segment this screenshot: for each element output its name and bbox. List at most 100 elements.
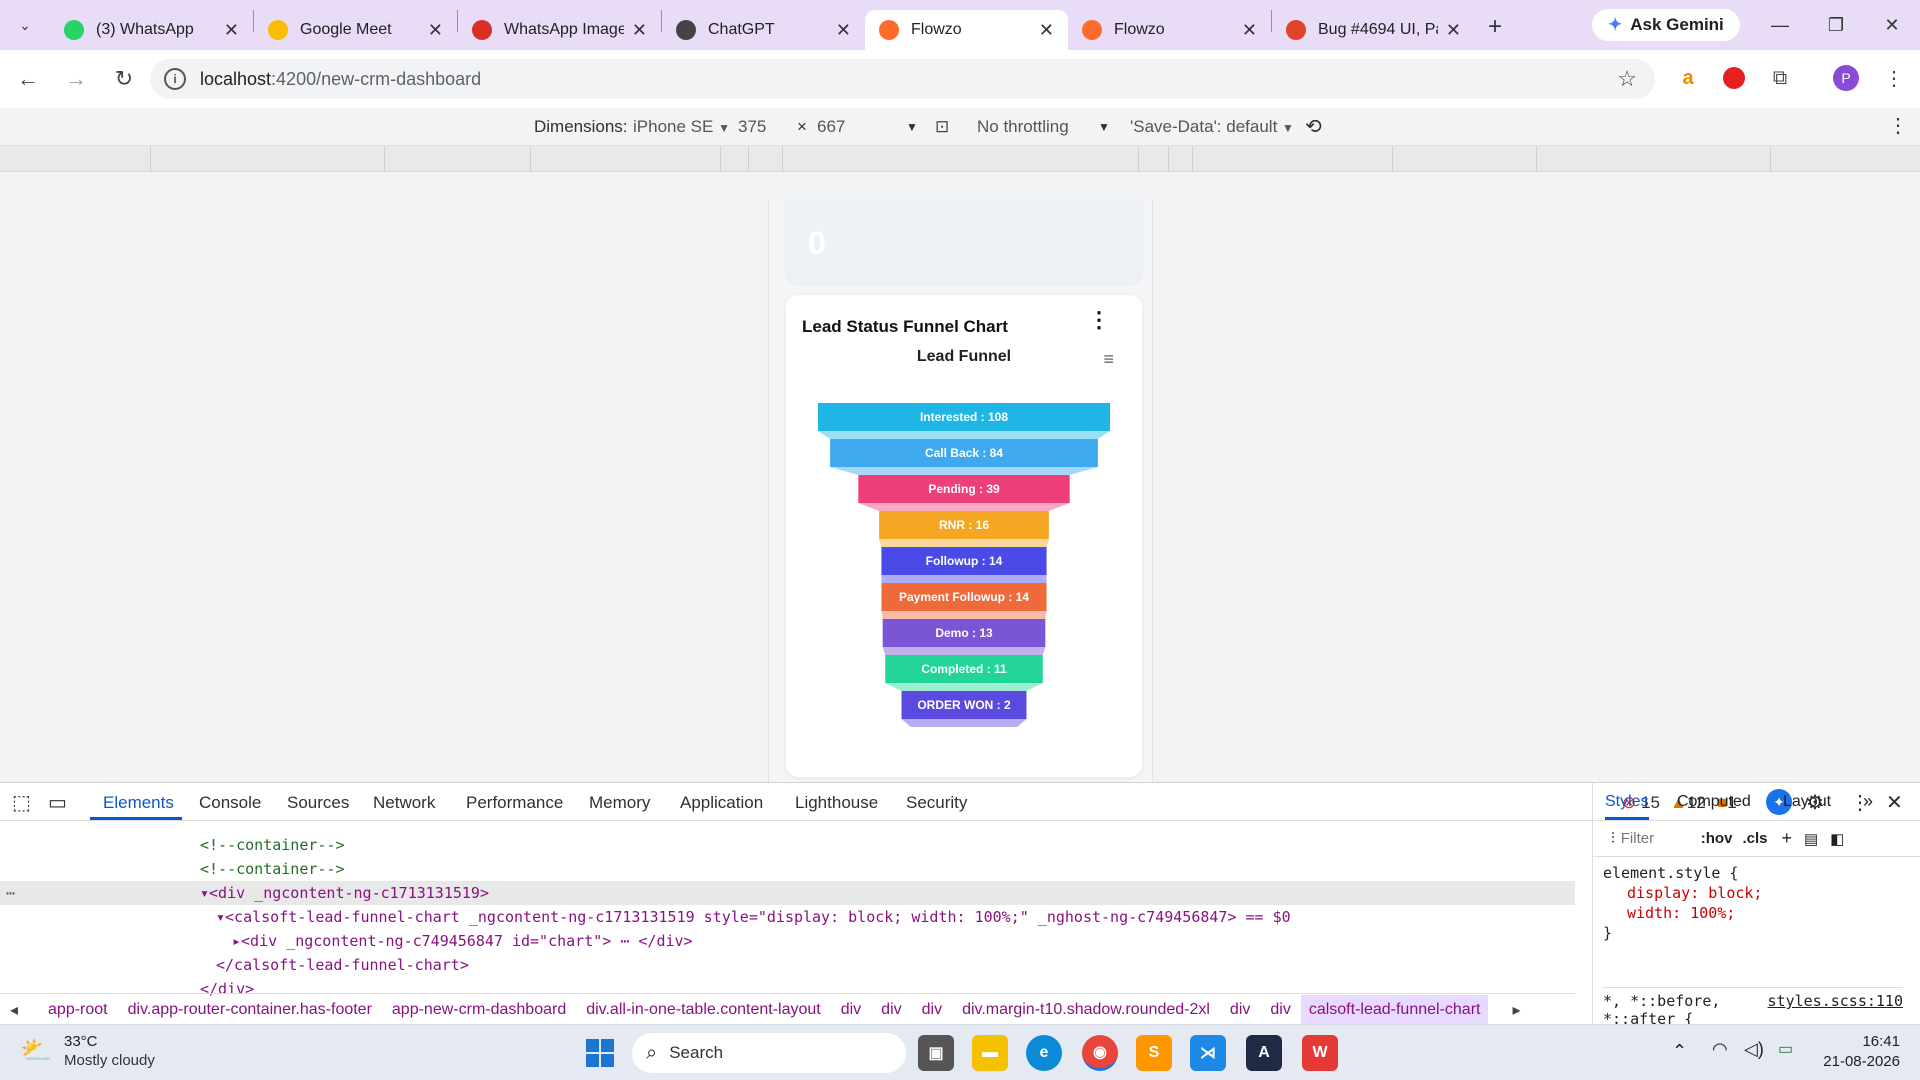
- devtools-tab[interactable]: Sources: [287, 793, 349, 813]
- new-tab-button[interactable]: +: [1475, 7, 1515, 47]
- rotate-icon[interactable]: ⟲: [1305, 114, 1322, 139]
- profile-avatar[interactable]: P: [1828, 60, 1864, 96]
- funnel-stage[interactable]: Followup : 14: [881, 547, 1047, 583]
- tab-close-icon[interactable]: ✕: [224, 20, 239, 41]
- breadcrumb-item[interactable]: div: [881, 1001, 901, 1018]
- sidebar-toggle-icon[interactable]: ◧: [1830, 830, 1844, 848]
- browser-tab[interactable]: WhatsApp Image ✕: [458, 10, 661, 50]
- back-icon[interactable]: ←: [8, 59, 48, 99]
- breadcrumb-item[interactable]: div.margin-t10.shadow.rounded-2xl: [962, 1001, 1210, 1018]
- address-bar[interactable]: i localhost:4200/new-crm-dashboard ☆: [150, 59, 1655, 99]
- paint-icon[interactable]: ▤: [1804, 830, 1818, 848]
- bookmark-star-icon[interactable]: ☆: [1617, 66, 1637, 92]
- styles-filter-input[interactable]: Filter: [1621, 830, 1691, 847]
- close-window-icon[interactable]: ✕: [1864, 0, 1920, 50]
- style-source-link[interactable]: styles.scss:110: [1768, 992, 1903, 1010]
- style-prop-display[interactable]: display: block;: [1603, 883, 1762, 903]
- devtools-tab[interactable]: Lighthouse: [795, 793, 878, 813]
- wifi-icon[interactable]: ◠: [1712, 1039, 1728, 1060]
- amazon-extension-icon[interactable]: a: [1670, 60, 1706, 96]
- save-data-select[interactable]: 'Save-Data': default ▼: [1130, 117, 1294, 137]
- vscode-icon[interactable]: ⋊: [1190, 1035, 1226, 1071]
- capture-icon[interactable]: ⊡: [935, 117, 949, 137]
- chrome-icon[interactable]: ◉: [1082, 1035, 1118, 1071]
- extensions-puzzle-icon[interactable]: ⧉: [1762, 60, 1798, 96]
- breadcrumb-item[interactable]: div: [1230, 1001, 1250, 1018]
- weather-icon[interactable]: ⛅: [20, 1035, 52, 1066]
- file-explorer-icon[interactable]: ▬: [972, 1035, 1008, 1071]
- ask-gemini-button[interactable]: ✦ Ask Gemini: [1592, 9, 1740, 41]
- breadcrumb-item[interactable]: div: [841, 1001, 861, 1018]
- devtools-tab[interactable]: Elements: [103, 793, 174, 813]
- node-actions-icon[interactable]: ⋯: [6, 881, 15, 905]
- dom-node-line[interactable]: ▾<div _ngcontent-ng-c1713131519>: [200, 881, 489, 905]
- breadcrumb-item[interactable]: calsoft-lead-funnel-chart: [1300, 994, 1489, 1024]
- hov-toggle[interactable]: :hov: [1701, 830, 1733, 847]
- breadcrumb-item[interactable]: div: [1270, 1001, 1290, 1018]
- dom-node-line[interactable]: ▸<div _ngcontent-ng-c749456847 id="chart…: [232, 929, 693, 953]
- elements-tree[interactable]: ⋯ <!--container--> <!--container--> ▾<div …: [0, 823, 1575, 998]
- style-rule-universal[interactable]: *, *::before, styles.scss:110 *::after {: [1603, 987, 1903, 1028]
- cls-toggle[interactable]: .cls: [1742, 830, 1767, 847]
- edge-icon[interactable]: e: [1026, 1035, 1062, 1071]
- tray-overflow-icon[interactable]: ⌃: [1672, 1041, 1687, 1062]
- clock-time[interactable]: 16:41: [1820, 1033, 1900, 1050]
- record-extension-icon[interactable]: [1716, 60, 1752, 96]
- device-select[interactable]: iPhone SE ▼: [633, 117, 730, 137]
- tab-close-icon[interactable]: ✕: [836, 20, 851, 41]
- breadcrumb-item[interactable]: div.app-router-container.has-footer: [128, 1001, 372, 1018]
- tab-close-icon[interactable]: ✕: [1446, 20, 1461, 41]
- tab-close-icon[interactable]: ✕: [428, 20, 443, 41]
- browser-tab[interactable]: (3) WhatsApp ✕: [50, 10, 253, 50]
- funnel-stage[interactable]: Completed : 11: [885, 655, 1043, 691]
- devbar-more-icon[interactable]: ⋮: [1888, 113, 1908, 138]
- style-prop-width[interactable]: width: 100%;: [1603, 903, 1762, 923]
- funnel-stage[interactable]: ORDER WON : 2: [901, 691, 1027, 727]
- site-info-icon[interactable]: i: [164, 68, 186, 90]
- tab-close-icon[interactable]: ✕: [1039, 20, 1054, 41]
- dom-node-line[interactable]: <!--container-->: [200, 833, 345, 857]
- forward-icon[interactable]: →: [56, 59, 96, 99]
- breadcrumb-scroll-left-icon[interactable]: ◂: [10, 1000, 18, 1020]
- styles-tab[interactable]: Computed: [1677, 793, 1751, 811]
- styles-tab[interactable]: Layout: [1783, 793, 1831, 811]
- width-input[interactable]: 375: [738, 117, 766, 137]
- style-rule-element[interactable]: element.style { display: block; width: 1…: [1603, 863, 1762, 943]
- browser-tab[interactable]: Flowzo ✕: [1068, 10, 1271, 50]
- funnel-stage[interactable]: Payment Followup : 14: [881, 583, 1047, 619]
- tab-close-icon[interactable]: ✕: [1242, 20, 1257, 41]
- card-more-icon[interactable]: ⋮: [1088, 309, 1110, 331]
- funnel-stage[interactable]: RNR : 16: [879, 511, 1049, 547]
- dom-node-line[interactable]: <!--container-->: [200, 857, 345, 881]
- android-studio-icon[interactable]: A: [1246, 1035, 1282, 1071]
- task-view-icon[interactable]: ▣: [918, 1035, 954, 1071]
- volume-icon[interactable]: ◁): [1744, 1039, 1764, 1060]
- devtools-tab[interactable]: Network: [373, 793, 435, 813]
- tab-close-icon[interactable]: ✕: [632, 20, 647, 41]
- browser-tab[interactable]: ChatGPT ✕: [662, 10, 865, 50]
- breadcrumb-item[interactable]: app-root: [48, 1001, 108, 1018]
- windows-start-icon[interactable]: [582, 1035, 618, 1071]
- minimize-icon[interactable]: —: [1752, 0, 1808, 50]
- restore-icon[interactable]: ❐: [1808, 0, 1864, 50]
- devtools-tab[interactable]: Application: [680, 793, 763, 813]
- breadcrumb-scroll-right-icon[interactable]: ▸: [1512, 1000, 1520, 1020]
- inspect-element-icon[interactable]: ⬚: [12, 790, 31, 815]
- styles-more-tabs-icon[interactable]: »: [1863, 791, 1873, 812]
- funnel-stage[interactable]: Interested : 108: [818, 403, 1110, 439]
- throttling-dropdown-icon[interactable]: ▼: [1098, 120, 1110, 134]
- browser-tab[interactable]: Google Meet ✕: [254, 10, 457, 50]
- device-toggle-icon[interactable]: ▭: [48, 790, 67, 815]
- tab-search-chevron-icon[interactable]: ⌄: [0, 0, 50, 50]
- funnel-stage[interactable]: Pending : 39: [858, 475, 1070, 511]
- dom-node-line[interactable]: ▾<calsoft-lead-funnel-chart _ngcontent-n…: [216, 905, 1291, 929]
- battery-icon[interactable]: ▭: [1778, 1039, 1793, 1059]
- devtools-tab[interactable]: Memory: [589, 793, 650, 813]
- browser-menu-icon[interactable]: ⋮: [1876, 60, 1912, 96]
- breadcrumb-item[interactable]: div: [922, 1001, 942, 1018]
- clock-date[interactable]: 21-08-2026: [1800, 1053, 1900, 1070]
- devtools-tab[interactable]: Performance: [466, 793, 563, 813]
- taskbar-search[interactable]: ⌕ Search: [632, 1033, 906, 1073]
- funnel-stage[interactable]: Call Back : 84: [830, 439, 1098, 475]
- breadcrumb-item[interactable]: app-new-crm-dashboard: [392, 1001, 566, 1018]
